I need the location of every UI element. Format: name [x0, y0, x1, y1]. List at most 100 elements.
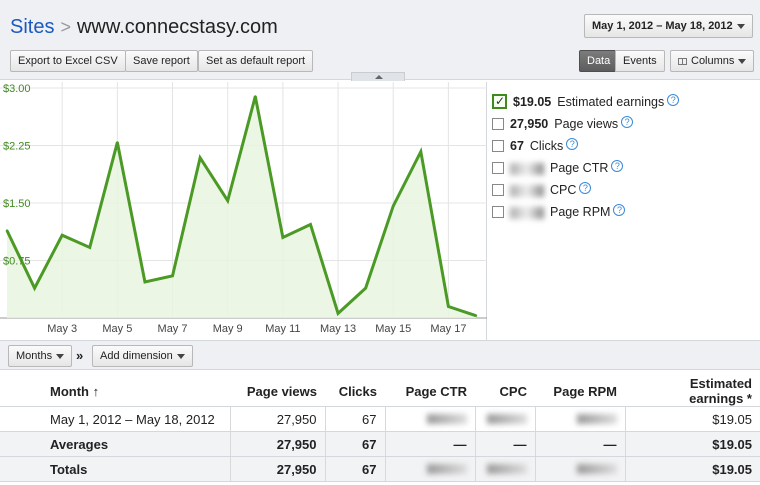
metric-value: 67 [510, 139, 524, 153]
metric-page-ctr[interactable]: Page CTR? [492, 158, 752, 180]
cell-page-ctr [384, 406, 475, 432]
help-icon[interactable]: ? [621, 116, 634, 128]
help-icon[interactable]: ? [611, 160, 624, 172]
metric-label: Estimated earnings [557, 95, 665, 109]
data-point [254, 95, 257, 98]
table-row: May 1, 2012 – May 18, 2012 27,950 67 $19… [0, 406, 760, 432]
cell-cpc [474, 406, 535, 432]
cell-page-views: 27,950 [229, 406, 325, 432]
columns-button[interactable]: Columns [670, 50, 755, 72]
breadcrumb-separator: > [60, 17, 71, 37]
column-header-clicks[interactable]: Clicks [325, 376, 385, 407]
dimension-bar: Months » Add dimension [0, 340, 760, 370]
save-report-button[interactable]: Save report [125, 50, 198, 72]
column-header-page-rpm[interactable]: Page RPM [535, 376, 625, 407]
column-header-estimated-earnings[interactable]: Estimated earnings * [625, 376, 760, 407]
chevron-up-icon [375, 75, 383, 79]
site-title: www.connecstasy.com [76, 16, 278, 38]
redacted-value [576, 463, 617, 474]
earnings-chart: $3.00 $2.25 $1.50 $0.75 May 3 May 5 May 7 May 9… [0, 82, 487, 340]
metric-estimated-earnings[interactable]: $19.05 Estimated earnings? [492, 91, 752, 114]
metric-label: Page CTR [550, 161, 609, 175]
report-table: Month ↑ Page views Clicks Page CTR CPC P… [0, 376, 760, 482]
metric-checkbox[interactable] [492, 183, 504, 196]
redacted-value [576, 413, 617, 424]
cell-page-views: 27,950 [229, 431, 325, 457]
set-default-report-button[interactable]: Set as default report [198, 50, 314, 72]
cell-clicks: 67 [324, 431, 385, 457]
chevron-down-icon [56, 353, 65, 359]
x-tick-label: May 15 [375, 323, 411, 335]
data-toggle-button[interactable]: Data [579, 50, 619, 72]
chevron-down-icon [736, 23, 745, 29]
table-row-averages: Averages 27,950 67 — — — $19.05 [0, 431, 760, 457]
cell-earnings: $19.05 [624, 406, 760, 432]
columns-label: Columns [691, 55, 735, 67]
redacted-value [510, 184, 544, 197]
data-point [5, 229, 9, 232]
metric-checkbox[interactable] [492, 117, 504, 130]
cell-page-rpm [534, 456, 625, 482]
help-icon[interactable]: ? [667, 94, 680, 106]
series-area-estimated-earnings [7, 96, 476, 318]
metric-checkbox[interactable] [492, 161, 504, 174]
data-point [143, 280, 147, 284]
help-icon[interactable]: ? [579, 182, 592, 194]
x-tick-label: May 17 [430, 323, 466, 335]
cell-page-ctr: — [384, 431, 475, 457]
metric-label: Page RPM [550, 205, 611, 219]
chevron-down-icon [176, 353, 185, 359]
column-header-cpc[interactable]: CPC [475, 376, 535, 407]
redacted-value [486, 463, 527, 474]
redacted-value [510, 206, 544, 219]
column-header-page-views[interactable]: Page views [230, 376, 325, 407]
metric-label: Page views [554, 117, 619, 131]
add-dimension-label: Add dimension [100, 350, 173, 362]
cell-earnings: $19.05 [624, 456, 760, 482]
date-range-picker[interactable]: May 1, 2012 – May 18, 2012 [584, 14, 753, 38]
breadcrumb: Sites > www.connecstasy.com [10, 14, 278, 40]
cell-month: May 1, 2012 – May 18, 2012 [0, 406, 230, 432]
cell-cpc: — [474, 431, 535, 457]
x-tick-label: May 13 [320, 323, 356, 335]
x-tick-label: May 5 [102, 323, 132, 335]
y-tick-label: $2.25 [3, 141, 31, 153]
metric-page-views[interactable]: 27,950 Page views? [492, 114, 752, 136]
metric-value: $19.05 [513, 95, 552, 109]
column-header-month[interactable]: Month ↑ [0, 376, 230, 407]
redacted-value [510, 162, 544, 175]
data-point [336, 312, 340, 315]
months-dropdown[interactable]: Months [8, 345, 73, 367]
data-point [447, 305, 450, 308]
metric-checkbox[interactable] [492, 91, 507, 111]
events-toggle-button[interactable]: Events [615, 50, 665, 72]
add-dimension-dropdown[interactable]: Add dimension [92, 345, 193, 367]
x-tick-label: May 7 [158, 323, 188, 335]
cell-month: Averages [0, 431, 230, 457]
breadcrumb-sites-link[interactable]: Sites [10, 16, 54, 38]
metric-checkbox[interactable] [492, 205, 504, 218]
report-header: Sites > www.connecstasy.com May 1, 2012 – … [0, 0, 760, 80]
table-header-row: Month ↑ Page views Clicks Page CTR CPC P… [0, 376, 760, 407]
earnings-chart-svg: $3.00 $2.25 $1.50 $0.75 May 3 May 5 May 7 May 9… [0, 82, 487, 335]
help-icon[interactable]: ? [613, 204, 626, 216]
data-point [60, 234, 64, 237]
redacted-value [426, 463, 467, 474]
y-tick-label: $3.00 [3, 83, 31, 95]
metric-checkbox[interactable] [492, 139, 504, 152]
metric-page-rpm[interactable]: Page RPM? [492, 202, 752, 224]
column-header-page-ctr[interactable]: Page CTR [385, 376, 475, 407]
data-point [392, 204, 395, 208]
collapse-chart-tab[interactable] [351, 72, 405, 81]
data-point [88, 246, 91, 249]
date-range-label: May 1, 2012 – May 18, 2012 [592, 20, 733, 32]
data-point [309, 223, 312, 226]
data-point [33, 286, 36, 290]
cell-clicks: 67 [324, 406, 385, 432]
data-point [364, 286, 367, 290]
export-csv-button[interactable]: Export to Excel CSV [10, 50, 126, 72]
metric-clicks[interactable]: 67 Clicks? [492, 136, 752, 158]
metric-cpc[interactable]: CPC? [492, 180, 752, 202]
help-icon[interactable]: ? [566, 138, 579, 150]
x-tick-label: May 9 [213, 323, 243, 335]
